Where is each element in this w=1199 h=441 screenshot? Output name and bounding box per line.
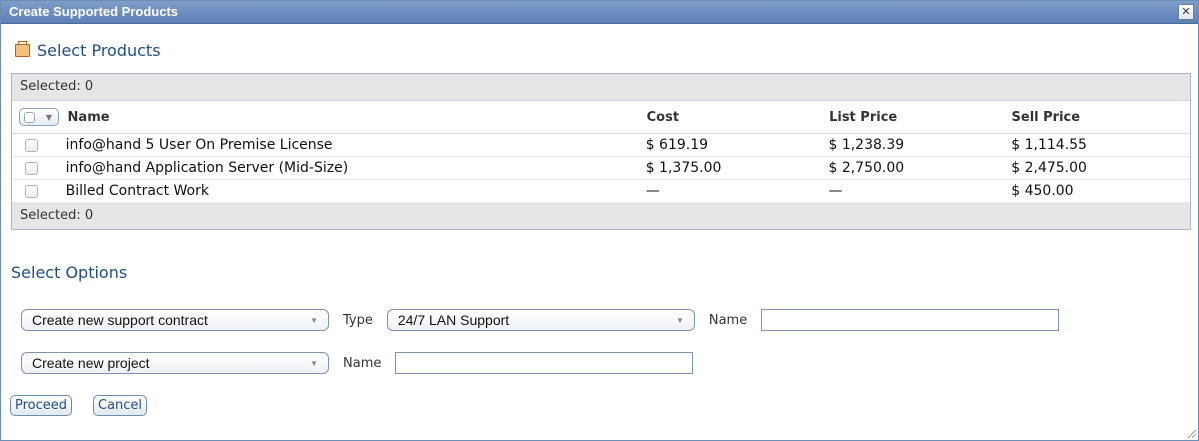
product-name: Billed Contract Work	[65, 183, 209, 199]
project-action-value: Create new project	[32, 355, 150, 371]
product-list-price: $ 2,750.00	[828, 160, 905, 176]
chevron-down-icon: ▼	[45, 113, 52, 122]
product-cost: —	[645, 183, 660, 199]
select-products-title: Select Products	[37, 41, 161, 60]
contract-action-select[interactable]: Create new support contract ▼	[21, 309, 329, 331]
row-checkbox[interactable]	[25, 139, 38, 152]
dialog-title: Create Supported Products	[9, 4, 179, 19]
select-all-checkbox[interactable]	[24, 112, 35, 123]
project-action-select[interactable]: Create new project ▼	[21, 352, 329, 374]
row-checkbox[interactable]	[25, 162, 38, 175]
select-options-title: Select Options	[11, 263, 128, 282]
products-table: Selected: 0 ▼ Name Cost List Price Sell …	[11, 73, 1191, 230]
column-header-sell-price[interactable]: Sell Price	[1012, 110, 1190, 125]
project-name-label: Name	[343, 355, 382, 371]
chevron-down-icon: ▼	[675, 315, 684, 325]
product-box-icon	[15, 41, 30, 57]
resize-grip-icon[interactable]	[1186, 428, 1196, 438]
contract-name-input[interactable]	[761, 309, 1060, 331]
product-cost: $ 619.19	[645, 137, 709, 153]
support-type-select[interactable]: 24/7 LAN Support ▼	[386, 309, 695, 331]
select-products-heading: Select Products	[15, 41, 161, 60]
product-name: info@hand 5 User On Premise License	[65, 137, 333, 153]
product-sell-price: $ 1,114.55	[1011, 137, 1087, 153]
chevron-down-icon: ▼	[310, 315, 318, 325]
cancel-button[interactable]: Cancel	[93, 395, 148, 416]
table-row: Billed Contract Work — — $ 450.00	[12, 180, 1190, 203]
product-sell-price: $ 2,475.00	[1011, 160, 1087, 176]
table-row: info@hand 5 User On Premise License $ 61…	[12, 134, 1190, 157]
close-icon[interactable]: ✕	[1178, 4, 1194, 20]
select-all-dropdown[interactable]: ▼	[19, 108, 59, 126]
product-name: info@hand Application Server (Mid-Size)	[65, 160, 349, 176]
type-label: Type	[343, 312, 373, 328]
support-contract-row: Create new support contract ▼ Type 24/7 …	[21, 309, 1060, 331]
dialog-titlebar[interactable]: Create Supported Products ✕	[1, 1, 1198, 24]
project-row: Create new project ▼ Name	[21, 352, 694, 374]
product-list-price: —	[828, 183, 843, 199]
select-all-cell: ▼	[12, 101, 66, 133]
create-supported-products-dialog: Create Supported Products ✕ Select Produ…	[0, 0, 1199, 441]
table-row: info@hand Application Server (Mid-Size) …	[12, 157, 1190, 180]
selected-count-bottom: Selected: 0	[12, 203, 1190, 229]
contract-action-value: Create new support contract	[32, 312, 208, 328]
chevron-down-icon: ▼	[310, 358, 318, 368]
project-name-input[interactable]	[395, 352, 694, 374]
contract-name-label: Name	[708, 312, 748, 328]
proceed-button[interactable]: Proceed	[10, 395, 73, 416]
row-checkbox[interactable]	[25, 185, 38, 198]
table-header: ▼ Name Cost List Price Sell Price	[12, 100, 1190, 134]
product-cost: $ 1,375.00	[645, 160, 722, 176]
selected-count-top: Selected: 0	[12, 74, 1190, 100]
column-header-list-price[interactable]: List Price	[829, 110, 1011, 125]
column-header-name[interactable]: Name	[66, 110, 647, 125]
column-header-cost[interactable]: Cost	[647, 110, 829, 125]
product-list-price: $ 1,238.39	[828, 137, 905, 153]
support-type-value: 24/7 LAN Support	[397, 312, 510, 328]
product-sell-price: $ 450.00	[1011, 183, 1074, 199]
